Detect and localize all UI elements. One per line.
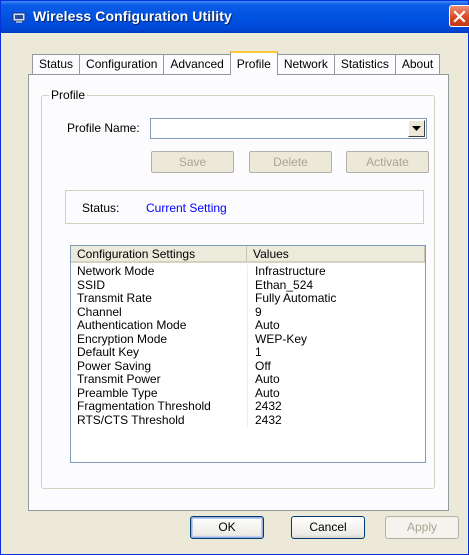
tab-panel-profile: Profile Profile Name: Save Delete Activa… [28,74,449,511]
listview-body: Network Mode Infrastructure SSID Ethan_524 T… [71,265,425,427]
status-value: Current Setting [146,201,227,215]
setting-value-cell: 2432 [255,412,282,427]
table-row[interactable]: Channel 9 [71,304,425,320]
column-header-values[interactable]: Values [247,246,425,263]
dialog-window: Wireless Configuration Utility Profile P… [0,0,469,555]
setting-value-cell: Ethan_524 [255,277,314,292]
tab-advanced[interactable]: Advanced [163,54,231,74]
ok-button[interactable]: OK [190,516,264,539]
setting-name-cell: Encryption Mode [77,331,168,346]
table-row[interactable]: Network Mode Infrastructure [71,265,425,279]
setting-name-cell: Authentication Mode [77,318,187,332]
setting-value-cell: 9 [255,304,262,319]
tab-statistics[interactable]: Statistics [333,54,396,74]
setting-value-cell: Auto [255,318,280,332]
cancel-button[interactable]: Cancel [291,516,365,539]
tab-strip: Status Configuration Advanced Profile Ne… [32,51,441,75]
setting-name-cell: Default Key [77,345,140,359]
title-bar[interactable]: Wireless Configuration Utility [1,1,469,33]
setting-value-cell: WEP-Key [255,331,308,346]
setting-name-cell: Preamble Type [77,385,158,400]
setting-value-cell: 2432 [255,399,282,413]
tab-about[interactable]: About [394,54,441,74]
table-row[interactable]: Transmit Power Auto [71,373,425,387]
listview-header: Configuration Settings Values [71,246,425,263]
setting-name-cell: Fragmentation Threshold [77,399,211,413]
setting-name-cell: Power Saving [77,358,152,373]
profile-name-combobox[interactable] [150,118,427,139]
setting-value-cell: Auto [255,372,280,386]
setting-name-cell: SSID [77,277,106,292]
table-row[interactable]: Transmit Rate Fully Automatic [71,292,425,306]
setting-value-cell: Auto [255,385,280,400]
tab-network[interactable]: Network [276,54,335,74]
setting-value-cell: Infrastructure [255,264,326,278]
settings-listview[interactable]: Configuration Settings Values Network Mo… [70,245,426,463]
tab-profile[interactable]: Profile [229,51,278,75]
table-row[interactable]: Preamble Type Auto [71,385,425,401]
apply-button[interactable]: Apply [385,516,459,539]
status-label: Status: [82,201,120,215]
profile-name-dropdown-button[interactable] [408,120,425,137]
setting-value-cell: 1 [255,345,262,359]
delete-button[interactable]: Delete [249,151,332,173]
save-button[interactable]: Save [151,151,234,173]
table-row[interactable]: Fragmentation Threshold 2432 [71,400,425,414]
table-row[interactable]: Encryption Mode WEP-Key [71,331,425,347]
network-adapter-icon [12,11,28,23]
table-row[interactable]: Default Key 1 [71,346,425,360]
profile-groupbox: Profile Profile Name: Save Delete Activa… [41,88,435,489]
setting-name-cell: Transmit Rate [77,291,152,305]
setting-name-cell: Network Mode [77,264,155,278]
column-header-settings[interactable]: Configuration Settings [71,246,247,263]
table-row[interactable]: SSID Ethan_524 [71,277,425,293]
table-row[interactable]: RTS/CTS Threshold 2432 [71,412,425,428]
activate-button[interactable]: Activate [346,151,429,173]
setting-value-cell: Off [255,358,271,373]
setting-value-cell: Fully Automatic [255,291,337,305]
tab-configuration[interactable]: Configuration [79,54,165,74]
tab-status[interactable]: Status [32,54,81,74]
profile-group-title: Profile [49,88,88,102]
setting-name-cell: Channel [77,304,122,319]
setting-name-cell: Transmit Power [77,372,161,386]
profile-name-label: Profile Name: [67,121,140,135]
window-title: Wireless Configuration Utility [33,8,232,24]
table-row[interactable]: Authentication Mode Auto [71,319,425,333]
close-button[interactable] [449,5,469,27]
setting-name-cell: RTS/CTS Threshold [77,412,185,427]
status-box: Status: Current Setting [65,190,424,224]
table-row[interactable]: Power Saving Off [71,358,425,374]
